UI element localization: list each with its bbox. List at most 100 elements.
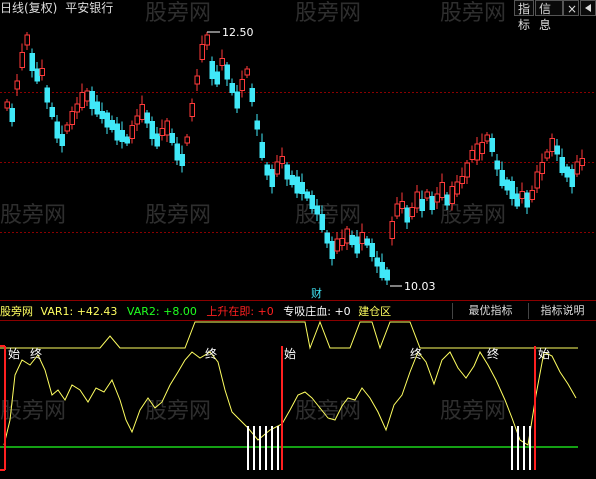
candle-body [469, 150, 475, 160]
candle [274, 155, 280, 177]
candle-body [519, 191, 525, 199]
tab-indicator-help[interactable]: 指标说明 [528, 303, 596, 319]
candle [374, 251, 380, 273]
low-price-label: 10.03 [404, 280, 436, 293]
candle [174, 137, 180, 165]
candle-body [189, 103, 195, 117]
candle [429, 191, 435, 215]
candle-body [554, 145, 560, 155]
close-icon[interactable]: × [563, 0, 579, 16]
high-annotation: 12.50 [207, 26, 254, 39]
candle [169, 128, 175, 146]
candle-body [394, 203, 400, 217]
candle-body [29, 53, 35, 71]
candle [299, 173, 305, 201]
candle [379, 253, 385, 281]
candle-body [144, 112, 150, 124]
candle [164, 118, 170, 142]
candle-body [569, 169, 575, 187]
signal-start-label: 始 [284, 347, 296, 361]
candle-body [314, 205, 320, 215]
candle [549, 133, 555, 157]
zone-label: 建仓区 [358, 304, 391, 318]
candle-body [524, 192, 530, 208]
candle-body [259, 142, 265, 158]
tab-best-indicator[interactable]: 最优指标 [452, 303, 528, 319]
indicator-pane: 始终终始终终始 [0, 320, 578, 471]
candle-body [44, 87, 50, 103]
candle [214, 65, 220, 87]
candle-body [149, 121, 155, 139]
candle [419, 190, 425, 218]
candle [479, 133, 485, 161]
period-label[interactable]: 日线(复权) [0, 1, 57, 15]
var2-value: +8.00 [163, 305, 197, 318]
candle-body [374, 257, 380, 267]
candle-body [214, 71, 220, 85]
candle [29, 48, 35, 78]
candle-body [329, 241, 335, 259]
candle [234, 85, 240, 113]
candle-body [504, 179, 510, 191]
candle [44, 85, 50, 109]
candle [94, 95, 100, 117]
candle-body [59, 134, 65, 146]
var1-label: VAR1: [41, 305, 77, 318]
candle-body [169, 133, 175, 143]
candle-body [289, 175, 295, 185]
candle-body [194, 75, 200, 85]
finance-marker[interactable]: 财 [311, 286, 322, 300]
candle-body [199, 44, 205, 60]
candle-body [9, 108, 15, 122]
info-button[interactable]: 信息 [535, 0, 563, 32]
signal-start-label: 始 [538, 347, 550, 361]
signal-end-label: 终 [410, 346, 422, 361]
chart-canvas[interactable]: 股旁网 股旁网 股旁网 股旁网 股旁网 股旁网 股旁网 股旁网 股旁网 股旁网 … [0, 0, 596, 475]
candle [99, 102, 105, 124]
candle-body [109, 120, 115, 130]
signal-end-label: 终 [205, 346, 217, 361]
candle-body [239, 79, 245, 91]
candle-body [419, 199, 425, 211]
candle [264, 162, 270, 180]
absorb-label: 专吸庄血: [283, 304, 334, 318]
candle [504, 177, 510, 195]
candle-body [224, 64, 230, 80]
candle [34, 62, 40, 84]
candle-body [99, 111, 105, 119]
candle-body [404, 207, 410, 223]
candle-body [564, 166, 570, 178]
candle-body [219, 58, 225, 66]
candle-body [14, 80, 20, 90]
candle [394, 197, 400, 219]
watermark: 股旁网 [145, 1, 211, 26]
candle [104, 110, 110, 134]
candle [54, 115, 60, 143]
candle [389, 216, 395, 246]
candle-body [514, 193, 520, 207]
candle-body [349, 235, 355, 245]
candle [294, 170, 300, 198]
candle [64, 122, 70, 134]
dropdown-arrow-icon[interactable] [580, 0, 596, 16]
candle-body [159, 128, 165, 136]
candle [194, 69, 200, 91]
candle [229, 78, 235, 96]
candle [304, 189, 310, 201]
candle-body [364, 238, 370, 246]
candle [514, 187, 520, 209]
candle-body [529, 190, 535, 200]
candle-body [34, 68, 40, 82]
candle-body [129, 125, 135, 139]
candle [49, 102, 55, 120]
var2-label: VAR2: [127, 305, 163, 318]
candle [24, 32, 30, 50]
watermark: 股旁网 [440, 203, 506, 228]
index-button[interactable]: 指标 [514, 0, 534, 32]
candle-body [354, 236, 360, 254]
candle-body [84, 90, 90, 102]
candle-body [424, 191, 430, 199]
candle-body [74, 103, 80, 113]
rise-value: +0 [258, 305, 274, 318]
signal-end-label: 终 [30, 346, 42, 361]
